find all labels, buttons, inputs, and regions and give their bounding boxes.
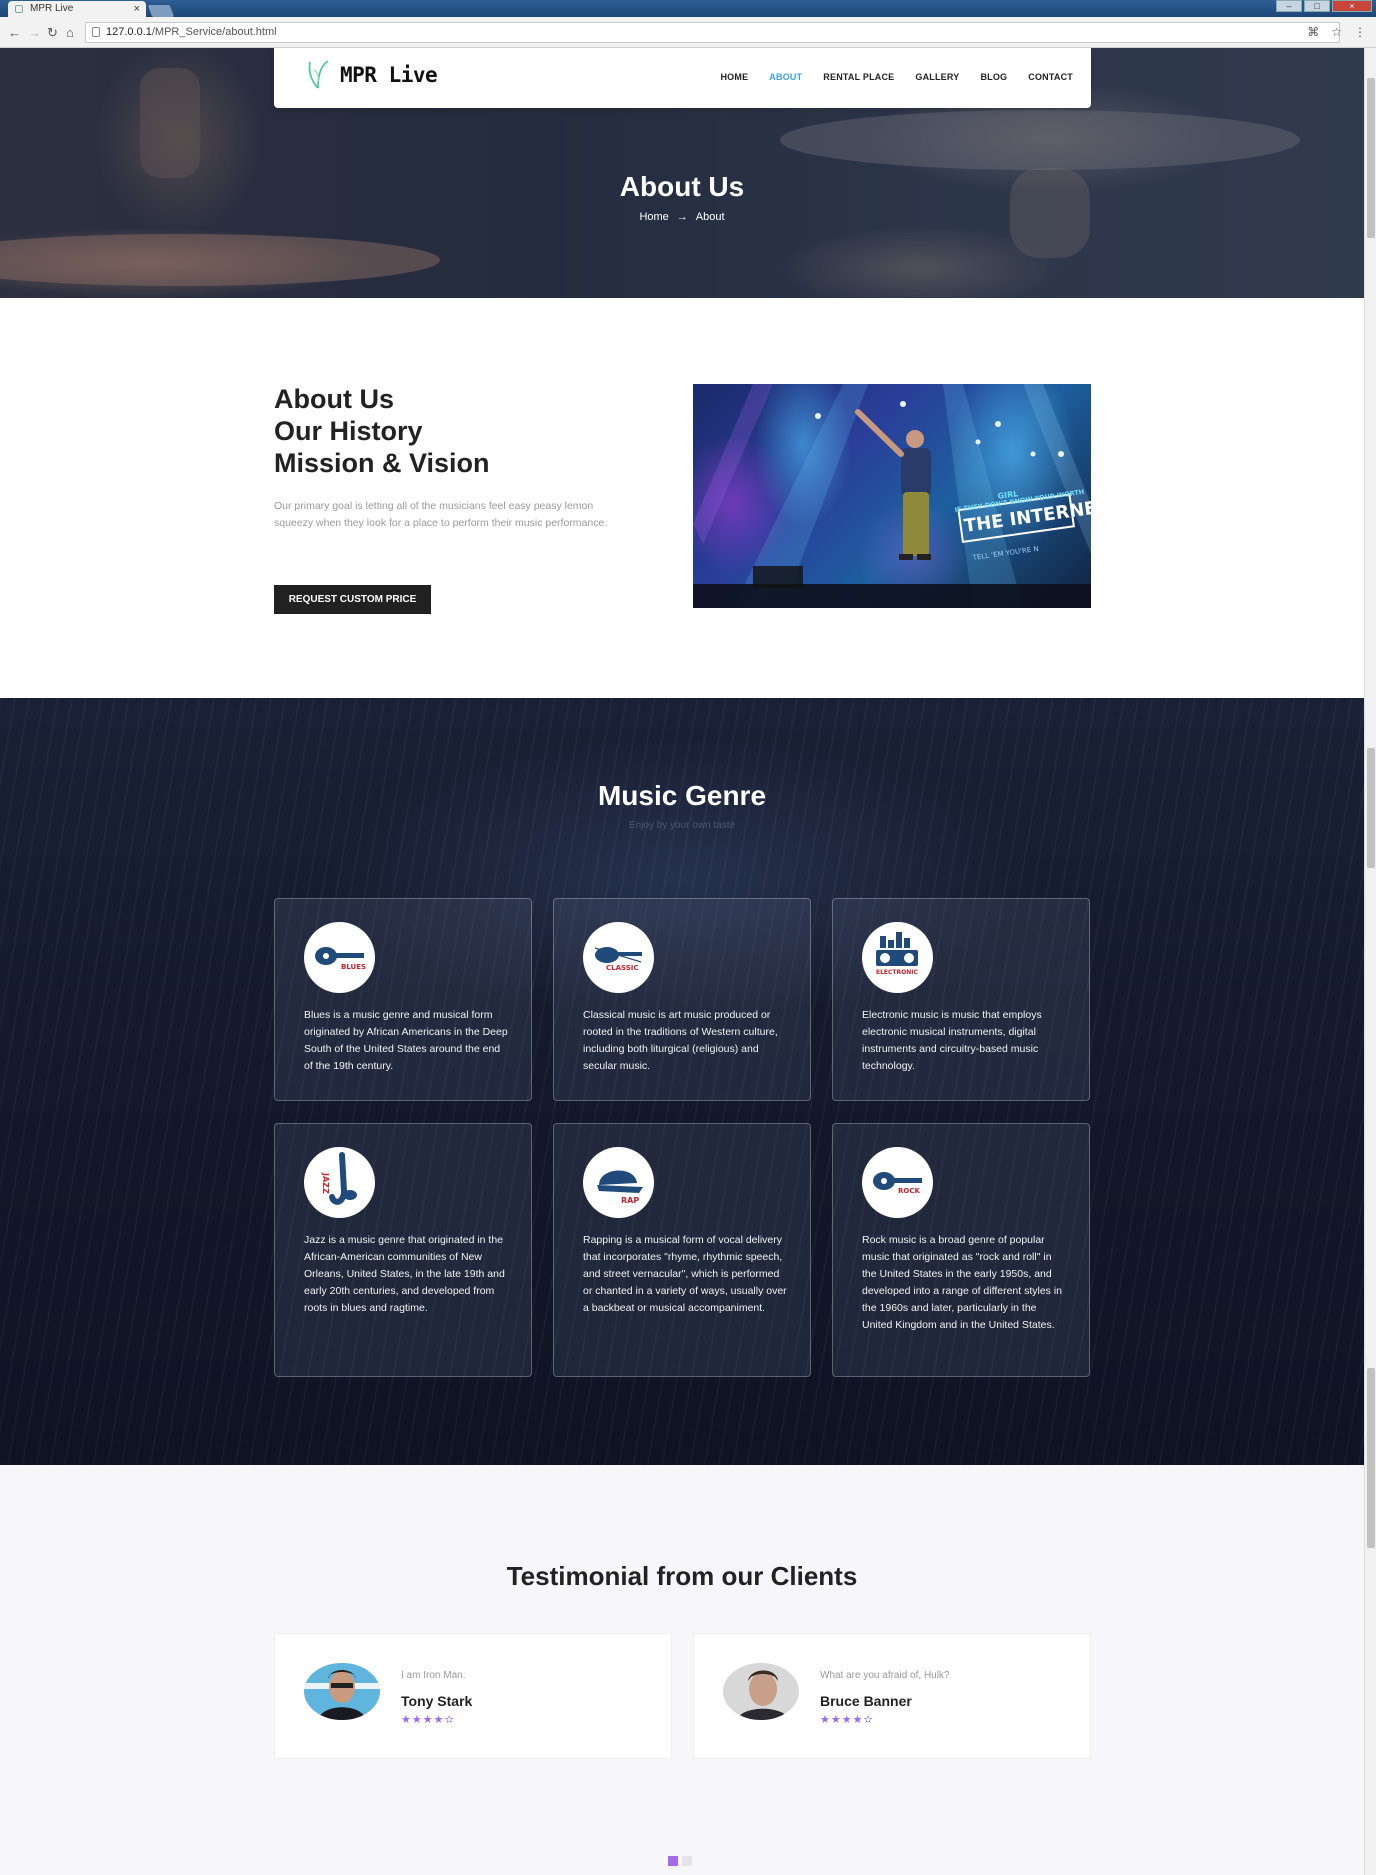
genre-card-electronic[interactable]: ELECTRONIC Electronic music is music tha…	[832, 898, 1090, 1101]
carousel-dot[interactable]	[668, 1856, 678, 1866]
back-icon[interactable]: ←	[8, 25, 21, 40]
testimonial-name: Bruce Banner	[820, 1693, 912, 1709]
rating-stars-icon: ★★★★✫	[820, 1714, 874, 1726]
page-info-icon[interactable]	[92, 27, 100, 37]
carousel-dot[interactable]	[682, 1856, 692, 1866]
testimonial-card: What are you afraid of, Hulk? Bruce Bann…	[693, 1633, 1091, 1759]
music-genre-section: Music Genre Enjoy by your own taste BLUE…	[0, 698, 1364, 1465]
genre-description: Jazz is a music genre that originated in…	[304, 1234, 505, 1314]
minimize-button[interactable]: –	[1276, 0, 1302, 12]
window-close-button[interactable]: ×	[1332, 0, 1372, 12]
avatar	[304, 1663, 380, 1720]
tab-title: MPR Live	[30, 3, 74, 14]
breadcrumb-current: About	[695, 211, 725, 223]
badge-rock: ROCK	[898, 1187, 920, 1195]
about-heading-line: Mission & Vision	[274, 448, 490, 478]
main-navbar: MPR Live HOME ABOUT RENTAL PLACE GALLERY…	[274, 48, 1091, 108]
genre-description: Rapping is a musical form of vocal deliv…	[583, 1234, 787, 1314]
carousel-pager	[668, 1856, 692, 1866]
genre-title: Music Genre	[597, 780, 767, 811]
badge-classic: CLASSIC	[606, 964, 639, 972]
forward-icon[interactable]: →	[28, 25, 41, 40]
rap-cap-icon: RAP	[583, 1147, 654, 1218]
nav-menu: HOME ABOUT RENTAL PLACE GALLERY BLOG CON…	[720, 72, 1073, 82]
leaf-logo-icon	[308, 60, 329, 89]
about-heading-line: Our History	[274, 416, 423, 446]
breadcrumb: Home → About	[0, 211, 1364, 223]
window-controls: – □ ×	[1276, 0, 1372, 12]
badge-electronic: ELECTRONIC	[876, 969, 918, 976]
nav-item-contact[interactable]: CONTACT	[1028, 72, 1073, 82]
request-custom-price-button[interactable]: REQUEST CUSTOM PRICE	[274, 585, 431, 614]
maximize-button[interactable]: □	[1304, 0, 1330, 12]
about-description: Our primary goal is letting all of the m…	[274, 500, 608, 529]
genre-card-blues[interactable]: BLUES Blues is a music genre and musical…	[274, 898, 532, 1101]
rating-stars-icon: ★★★★✫	[401, 1714, 455, 1726]
rock-guitar-icon: ROCK	[862, 1147, 933, 1218]
about-heading: About Us Our History Mission & Vision	[274, 383, 490, 479]
about-heading-line: About Us	[274, 384, 394, 414]
genre-description: Blues is a music genre and musical form …	[304, 1009, 508, 1072]
testimonial-quote: I am Iron Man.	[401, 1670, 466, 1681]
testimonial-card: I am Iron Man. Tony Stark ★★★★✫	[274, 1633, 672, 1759]
badge-blues: BLUES	[341, 963, 366, 971]
translate-icon[interactable]: ⌘	[1307, 25, 1319, 39]
testimonial-quote: What are you afraid of, Hulk?	[820, 1670, 950, 1681]
badge-jazz: JAZZ	[321, 1172, 330, 1194]
browser-titlebar: MPR Live × – □ ×	[0, 0, 1376, 17]
nav-item-blog[interactable]: BLOG	[980, 72, 1007, 82]
scrollbar-thumb-segment[interactable]	[1367, 78, 1375, 238]
page-scrollbar[interactable]	[1364, 48, 1376, 1875]
genre-card-jazz[interactable]: JAZZ Jazz is a music genre that originat…	[274, 1123, 532, 1377]
page-title: About Us	[619, 171, 745, 202]
nav-item-gallery[interactable]: GALLERY	[915, 72, 959, 82]
bookmark-star-icon[interactable]: ☆	[1331, 25, 1342, 39]
testimonial-title: Testimonial from our Clients	[506, 1561, 858, 1591]
url-field[interactable]: 127.0.0.1/MPR_Service/about.html	[85, 22, 1340, 43]
browser-menu-icon[interactable]: ⋮	[1354, 25, 1366, 39]
classic-violin-icon: CLASSIC	[583, 922, 654, 993]
url-path: /MPR_Service/about.html	[151, 26, 277, 38]
browser-tab[interactable]: MPR Live ×	[8, 1, 146, 17]
page-viewport: MPR Live HOME ABOUT RENTAL PLACE GALLERY…	[0, 48, 1364, 1875]
blues-guitar-icon: BLUES	[304, 922, 375, 993]
badge-rap: RAP	[621, 1196, 639, 1205]
nav-item-about[interactable]: ABOUT	[769, 72, 802, 82]
breadcrumb-home[interactable]: Home	[639, 211, 668, 223]
genre-card-classic[interactable]: CLASSIC Classical music is art music pro…	[553, 898, 811, 1101]
url-host: 127.0.0.1	[106, 26, 152, 38]
address-bar-row: ← → ↻ ⌂ 127.0.0.1/MPR_Service/about.html…	[0, 17, 1376, 48]
reload-icon[interactable]: ↻	[47, 25, 58, 41]
breadcrumb-arrow-icon: →	[676, 211, 688, 223]
home-icon[interactable]: ⌂	[66, 25, 74, 40]
scrollbar-thumb-segment[interactable]	[1367, 748, 1375, 868]
genre-description: Classical music is art music produced or…	[583, 1009, 778, 1072]
concert-photo: GIRL IF THEY DON'T KNOW YOUR WORTH THE I…	[693, 384, 1091, 608]
new-tab-button[interactable]	[147, 5, 175, 17]
concert-illustration: GIRL IF THEY DON'T KNOW YOUR WORTH THE I…	[693, 384, 1091, 608]
testimonial-name: Tony Stark	[401, 1693, 473, 1709]
site-logo[interactable]: MPR Live	[304, 58, 438, 92]
avatar	[723, 1663, 799, 1720]
jazz-saxophone-icon: JAZZ	[304, 1147, 375, 1218]
brand-name: MPR Live	[340, 63, 438, 87]
tab-close-icon[interactable]: ×	[134, 1, 140, 17]
nav-item-home[interactable]: HOME	[720, 72, 748, 82]
genre-card-rock[interactable]: ROCK Rock music is a broad genre of popu…	[832, 1123, 1090, 1377]
scrollbar-thumb[interactable]	[1367, 1368, 1375, 1548]
genre-subtitle: Enjoy by your own taste	[628, 820, 736, 831]
electronic-speaker-icon: ELECTRONIC	[862, 922, 933, 993]
genre-description: Electronic music is music that employs e…	[862, 1009, 1042, 1072]
genre-card-rap[interactable]: RAP Rapping is a musical form of vocal d…	[553, 1123, 811, 1377]
hero-banner: MPR Live HOME ABOUT RENTAL PLACE GALLERY…	[0, 48, 1364, 298]
about-section: About Us Our History Mission & Vision Ou…	[0, 298, 1364, 698]
genre-description: Rock music is a broad genre of popular m…	[862, 1234, 1063, 1331]
testimonial-section: Testimonial from our Clients I am Iron M…	[0, 1465, 1364, 1875]
tab-favicon-icon	[15, 5, 23, 13]
nav-item-rental-place[interactable]: RENTAL PLACE	[823, 72, 894, 82]
